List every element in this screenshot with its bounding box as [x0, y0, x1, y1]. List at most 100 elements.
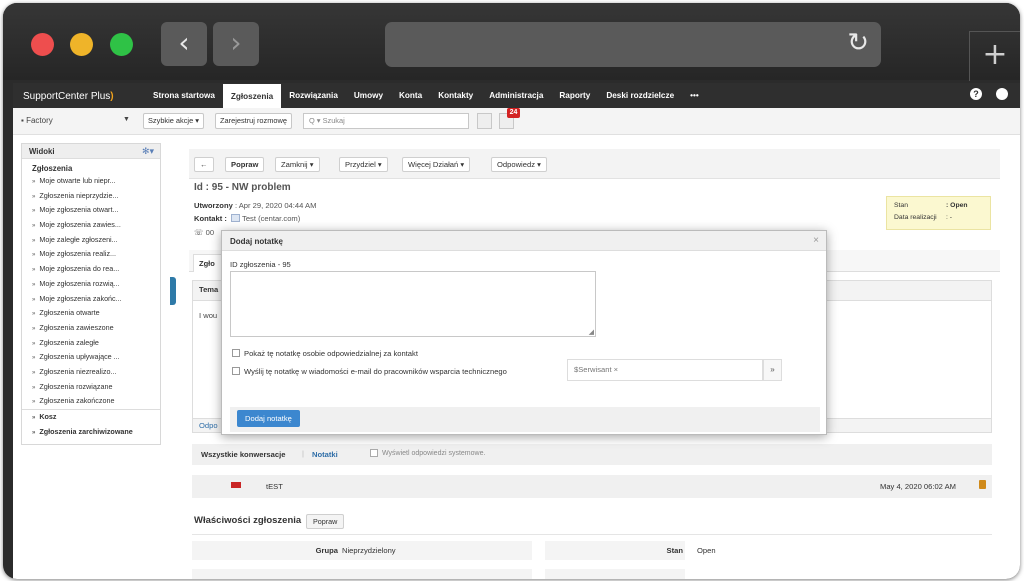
add-note-dialog: Dodaj notatkę × ID zgłoszenia - 95 ◢ Pok… — [221, 230, 827, 435]
sidebar-item[interactable]: » Zgłoszenia rozwiązane — [22, 380, 160, 395]
nav-item[interactable]: Rozwiązania — [281, 83, 346, 108]
edit-button[interactable]: Popraw — [225, 157, 265, 172]
nav-item[interactable]: Umowy — [346, 83, 391, 108]
sidebar-item-label: Moje otwarte lub niepr... — [39, 176, 116, 185]
account-selector[interactable]: ▪ Factory ▼ — [21, 116, 131, 125]
chevron-icon: » — [32, 267, 36, 274]
sidebar-item[interactable]: » Zgłoszenia zakończone — [22, 394, 160, 409]
views-header: Widoki ✻▾ — [22, 144, 160, 159]
sidebar-collapse-handle[interactable] — [170, 277, 176, 305]
due-value: : - — [946, 214, 953, 221]
tab-request[interactable]: Zgło — [193, 254, 223, 272]
sidebar-item[interactable]: » Zgłoszenia zaległe — [22, 336, 160, 351]
sidebar-item[interactable]: » Moje zgłoszenia do rea... — [22, 262, 160, 277]
minimize-window-button[interactable] — [70, 33, 93, 56]
nav-item[interactable]: ••• — [682, 83, 707, 108]
sidebar-item-label: Moje zgłoszenia zakońc... — [39, 293, 122, 303]
address-bar[interactable]: ↻ — [385, 22, 881, 67]
sidebar-item-trash[interactable]: » Kosz — [22, 410, 160, 425]
contact-label: Kontakt : — [194, 214, 227, 223]
nav-item[interactable]: Raporty — [551, 83, 598, 108]
top-nav: SupportCenter Plus) Strona startowa Zgłos… — [13, 83, 1020, 109]
reload-icon[interactable]: ↻ — [847, 28, 869, 58]
chevron-icon: » — [32, 340, 36, 347]
more-actions-button[interactable]: Więcej Działań ▾ — [402, 157, 471, 172]
sidebar-item[interactable]: » Zgłoszenia nieprzydzie... — [22, 189, 160, 204]
sidebar-item[interactable]: » Moje zgłoszenia otwart... — [22, 203, 160, 218]
sidebar-item[interactable]: » Moje otwarte lub niepr... — [22, 174, 160, 189]
log-call-button[interactable]: Zarejestruj rozmowę — [215, 113, 292, 129]
maximize-window-button[interactable] — [110, 33, 133, 56]
chevron-icon: » — [32, 296, 36, 303]
phone-icon: ☏ — [194, 228, 206, 237]
nav-item[interactable]: Deski rozdzielcze — [598, 83, 682, 108]
app-logo[interactable]: SupportCenter Plus) — [23, 91, 114, 102]
sidebar-item[interactable]: » Moje zgłoszenia realiz... — [22, 247, 160, 262]
sidebar-item[interactable]: » Moje zaległe zgłoszeni... — [22, 233, 160, 248]
quick-actions-button[interactable]: Szybkie akcje ▾ — [143, 113, 204, 129]
status-label: Stan — [894, 202, 908, 209]
nav-item[interactable]: Strona startowa — [145, 83, 223, 108]
chevron-down-icon[interactable]: » — [763, 359, 782, 381]
sidebar-item[interactable]: » Moje zgłoszenia zakońc... — [22, 292, 160, 307]
sidebar-item[interactable]: » Zgłoszenia otwarte — [22, 306, 160, 321]
caret-down-icon: ▼ — [123, 116, 130, 123]
chevron-icon: » — [32, 355, 36, 362]
sidebar-item-label: Kosz — [39, 412, 57, 421]
email-techs-label: Wyślij tę notatkę w wiadomości e-mail do… — [244, 367, 507, 376]
email-techs-checkbox[interactable] — [232, 367, 240, 375]
close-window-button[interactable] — [31, 33, 54, 56]
created-label: Utworzony — [194, 201, 233, 210]
nav-item[interactable]: Zgłoszenia — [222, 84, 282, 109]
sidebar-item[interactable]: » Moje zgłoszenia rozwią... — [22, 277, 160, 292]
gear-icon[interactable]: ✻▾ — [142, 146, 154, 157]
sidebar-item[interactable]: » Moje zgłoszenia zawies... — [22, 218, 160, 233]
new-tab-button[interactable]: + — [969, 31, 1020, 81]
note-item[interactable]: tEST May 4, 2020 06:02 AM — [192, 475, 992, 498]
phone-value: 00 — [205, 228, 215, 237]
sidebar-item[interactable]: » Zgłoszenia niezrealizo... — [22, 365, 160, 380]
chevron-icon: » — [32, 399, 36, 406]
all-conversations-tab[interactable]: Wszystkie konwersacje — [201, 450, 285, 459]
properties-edit-button[interactable]: Popraw — [306, 514, 345, 529]
browser-back-button[interactable]: ‹ — [161, 22, 207, 66]
search-input[interactable]: Q ▾ Szukaj — [303, 113, 469, 129]
sidebar-item[interactable]: » Zgłoszenia zawieszone — [22, 321, 160, 336]
properties-title: Właściwości zgłoszenia — [194, 515, 302, 526]
resize-grip-icon[interactable]: ◢ — [589, 328, 594, 336]
system-replies-checkbox[interactable] — [370, 449, 378, 457]
close-request-button[interactable]: Zamknij ▾ — [275, 157, 320, 172]
toolbar: ▪ Factory ▼ Szybkie akcje ▾ Zarejestruj r… — [13, 108, 1020, 135]
add-note-button[interactable]: Dodaj notatkę — [237, 410, 300, 427]
assign-button[interactable]: Przydziel ▾ — [339, 157, 388, 172]
chevron-icon: » — [32, 223, 36, 230]
browser-forward-button[interactable]: › — [213, 22, 259, 66]
scan-icon[interactable] — [477, 113, 492, 129]
show-to-owner-checkbox[interactable] — [232, 349, 240, 357]
nav-item[interactable]: Administracja — [481, 83, 551, 108]
help-icon[interactable]: ? — [970, 88, 982, 100]
note-textarea[interactable]: ◢ — [230, 271, 596, 337]
sidebar-item-archived[interactable]: » Zgłoszenia zarchiwizowane — [22, 425, 160, 440]
sidebar-item-label: Zgłoszenia rozwiązane — [39, 381, 113, 391]
sidebar-item-label: Moje zgłoszenia zawies... — [39, 220, 121, 230]
nav-item[interactable]: Konta — [391, 83, 430, 108]
technician-tag[interactable]: $Serwisant × — [574, 365, 618, 374]
reply-button[interactable]: Odpowiedz ▾ — [491, 157, 547, 172]
notes-tab[interactable]: Notatki — [312, 450, 338, 459]
account-name: Factory — [26, 116, 53, 125]
logo-text: SupportCenter Plus — [23, 91, 111, 102]
dialog-header: Dodaj notatkę × — [222, 231, 826, 251]
note-text: tEST — [266, 482, 283, 491]
close-icon[interactable]: × — [813, 235, 819, 246]
views-list: » Moje otwarte lub niepr...» Zgłoszenia ni… — [22, 174, 160, 409]
contact-link[interactable]: Test (centar.com) — [242, 214, 300, 223]
back-button[interactable]: ← — [194, 157, 214, 172]
technician-select[interactable]: $Serwisant × — [567, 359, 763, 381]
user-profile-icon[interactable] — [996, 88, 1008, 100]
nav-item[interactable]: Kontakty — [430, 83, 481, 108]
chevron-icon: » — [32, 237, 36, 244]
sidebar-item-label: Zgłoszenia zaległe — [39, 337, 99, 347]
note-date: May 4, 2020 06:02 AM — [880, 482, 956, 491]
sidebar-item[interactable]: » Zgłoszenia upływające ... — [22, 350, 160, 365]
